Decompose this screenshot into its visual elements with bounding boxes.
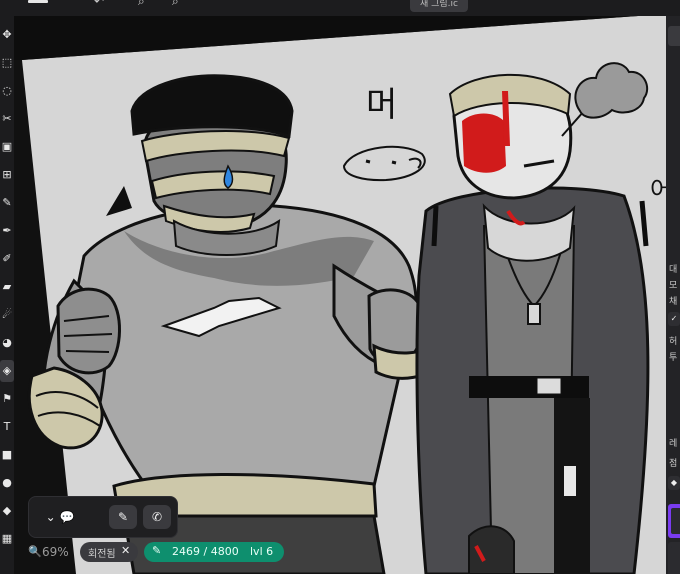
handwriting-1: 머 [366, 85, 397, 125]
right-panel: 대 모 채 ✓ 허 투 레 점 ◆ [666, 16, 680, 574]
layer-option-icon[interactable]: ◆ [668, 476, 680, 490]
brush-toggle-button[interactable]: ✎ [109, 505, 137, 529]
panel-label-4: 허 [669, 337, 678, 347]
checkbox-icon[interactable]: ✓ [668, 312, 680, 326]
chat-button[interactable]: ⌄ 💬 [39, 505, 81, 529]
move-tool-icon[interactable]: ✥ [0, 24, 14, 46]
layer-item-active[interactable] [668, 504, 680, 538]
phone-button[interactable]: ✆ [143, 505, 171, 529]
panel-collapse-button[interactable] [668, 26, 680, 46]
ellipse-icon[interactable]: ● [0, 472, 14, 494]
shape-icon[interactable]: ■ [0, 444, 14, 466]
close-icon[interactable]: ✕ [121, 544, 130, 557]
panel-label-1: 대 [669, 265, 678, 275]
eyedropper-icon[interactable]: ✎ [0, 192, 14, 214]
pen-icon[interactable]: ✒ [0, 220, 14, 242]
crop-icon[interactable]: ⊞ [0, 164, 14, 186]
transform-icon[interactable]: ▣ [0, 136, 14, 158]
brush-icon[interactable]: ✐ [0, 248, 14, 270]
handwriting-2: 어 [650, 176, 666, 204]
panel-label-2: 모 [669, 281, 678, 291]
zoom-icon[interactable]: ⌕ [172, 0, 179, 9]
undo-icon[interactable]: ↶ [94, 0, 104, 8]
artwork: 머 어 [14, 16, 666, 574]
magic-wand-icon[interactable]: ✂ [0, 108, 14, 130]
smudge-icon[interactable]: ☄ [0, 304, 14, 326]
hamburger-menu-icon[interactable] [28, 0, 48, 3]
pixel-progress-chip[interactable]: ✎ 2469 / 4800 lvl 6 [144, 542, 284, 562]
brush-icon: ✎ [152, 544, 162, 557]
quick-action-panel: ⌄ 💬 ✎ ✆ [28, 496, 178, 538]
bucket-icon[interactable]: ◈ [0, 360, 14, 382]
layer-item[interactable] [668, 542, 680, 574]
panel-label-5: 투 [669, 353, 678, 363]
lasso-select-icon[interactable]: ◌ [0, 80, 14, 102]
drawing-app: ↶ ⌕ ⌕ 새 그림.ic ✥ ⬚ ◌ ✂ ▣ ⊞ ✎ ✒ ✐ ▰ ☄ ◕ ◈ ⚑ T ■ ● ◆ ▦ [0, 0, 680, 574]
left-toolbar: ✥ ⬚ ◌ ✂ ▣ ⊞ ✎ ✒ ✐ ▰ ☄ ◕ ◈ ⚑ T ■ ● ◆ ▦ [0, 24, 14, 574]
zoom-level[interactable]: 69% [42, 545, 69, 559]
status-bar: 🔍 69% 회전됨 ✕ ✎ 2469 / 4800 lvl 6 [0, 540, 300, 566]
panel-label-7: 점 [669, 459, 678, 469]
pixel-progress: 2469 / 4800 [172, 545, 239, 558]
top-bar: ↶ ⌕ ⌕ 새 그림.ic [0, 0, 680, 16]
rotation-chip[interactable]: 회전됨 ✕ [80, 542, 138, 562]
sticker-icon[interactable]: ◆ [0, 500, 14, 522]
panel-label-6: 레 [669, 439, 678, 449]
gradient-icon[interactable]: ⚑ [0, 388, 14, 410]
document-title[interactable]: 새 그림.ic [410, 0, 468, 12]
blur-icon[interactable]: ◕ [0, 332, 14, 354]
search-icon[interactable]: ⌕ [138, 0, 145, 9]
level-badge: lvl 6 [250, 545, 274, 558]
panel-label-3: 채 [669, 297, 678, 307]
eraser-icon[interactable]: ▰ [0, 276, 14, 298]
zoom-icon[interactable]: 🔍 [28, 546, 42, 558]
rotation-label: 회전됨 [88, 549, 116, 560]
text-icon[interactable]: T [0, 416, 14, 438]
rect-select-icon[interactable]: ⬚ [0, 52, 14, 74]
drawing-canvas[interactable]: 머 어 [14, 16, 666, 574]
